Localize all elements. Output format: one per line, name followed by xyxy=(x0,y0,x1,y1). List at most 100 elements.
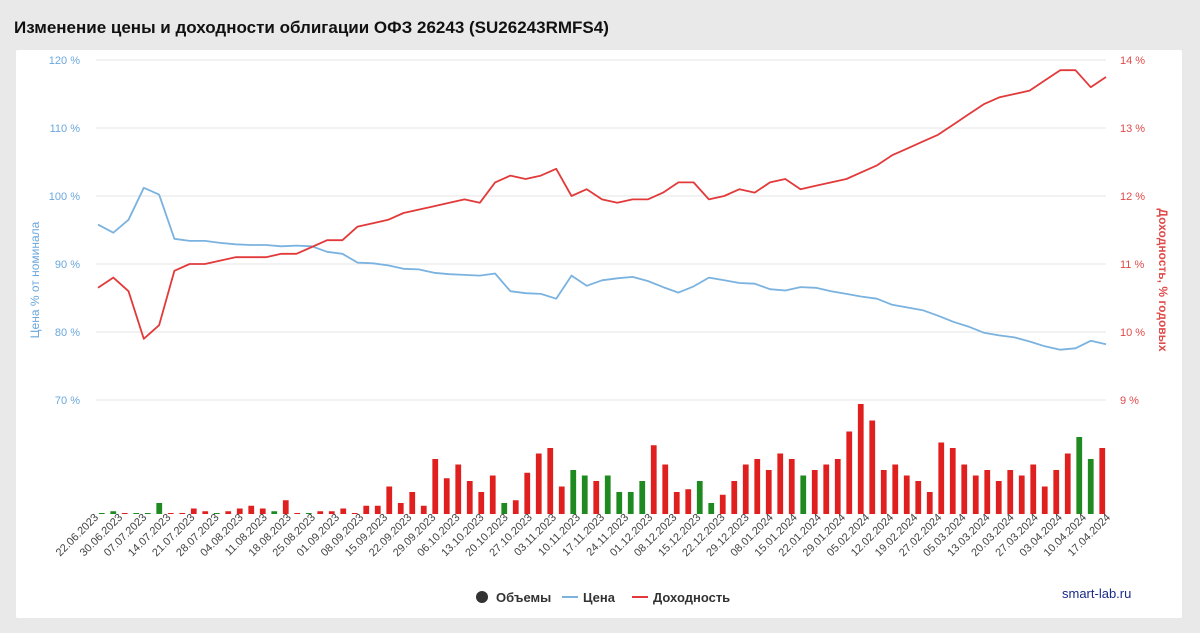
volume-bar xyxy=(455,464,462,514)
x-axis: 22.06.202330.06.202307.07.202314.07.2023… xyxy=(54,512,1113,559)
volume-bar xyxy=(1018,475,1025,514)
left-tick-label: 70 % xyxy=(55,395,80,407)
volume-bar xyxy=(903,475,910,514)
volume-bar xyxy=(121,513,128,514)
right-tick-label: 14 % xyxy=(1120,55,1145,67)
volume-bar xyxy=(156,503,163,514)
left-axis-title: Цена % от номинала xyxy=(28,221,42,338)
yield-line xyxy=(97,69,1107,340)
volume-bar xyxy=(639,481,646,514)
legend-item-price[interactable]: Цена xyxy=(562,590,616,605)
volume-bar xyxy=(1087,459,1094,514)
volume-bar xyxy=(443,478,450,514)
volume-bar xyxy=(731,481,738,514)
left-tick-label: 100 % xyxy=(49,191,80,203)
volume-bar xyxy=(696,481,703,514)
legend-label-volumes: Объемы xyxy=(496,590,551,605)
right-axis-title: Доходность, % годовых xyxy=(1156,208,1170,351)
volume-bar xyxy=(673,492,680,514)
volume-bar xyxy=(1053,470,1060,514)
legend: Объемы Цена Доходность xyxy=(476,590,730,605)
volume-bar xyxy=(397,503,404,514)
volume-bar xyxy=(524,472,531,514)
volume-bar xyxy=(535,453,542,514)
volume-bar xyxy=(1076,437,1083,514)
volume-bar xyxy=(1099,448,1106,514)
page-title: Изменение цены и доходности облигации ОФ… xyxy=(14,18,609,37)
volume-bar xyxy=(650,445,657,514)
volume-bar xyxy=(869,420,876,514)
grid-lines xyxy=(96,59,1106,401)
volume-bar xyxy=(420,505,427,514)
volume-bar xyxy=(984,470,991,514)
volume-bar xyxy=(409,492,416,514)
legend-volumes-icon xyxy=(476,591,488,603)
right-tick-label: 10 % xyxy=(1120,327,1145,339)
right-axis: 9 % 10 % 11 % 12 % 13 % 14 % xyxy=(1120,55,1145,407)
legend-item-yield[interactable]: Доходность xyxy=(632,590,730,605)
volume-bar xyxy=(604,475,611,514)
volume-bar xyxy=(777,453,784,514)
volume-bar xyxy=(271,511,278,514)
volume-bar xyxy=(719,494,726,514)
volume-bar xyxy=(167,513,174,514)
volume-bar xyxy=(938,442,945,514)
volume-bar xyxy=(811,470,818,514)
legend-item-volumes[interactable]: Объемы xyxy=(476,590,551,605)
volume-bar xyxy=(972,475,979,514)
volume-bar xyxy=(190,508,197,514)
right-tick-label: 12 % xyxy=(1120,191,1145,203)
volume-bar xyxy=(995,481,1002,514)
volume-bar xyxy=(834,459,841,514)
volume-bars xyxy=(98,404,1106,514)
series-lines xyxy=(97,69,1107,351)
volume-bar xyxy=(685,489,692,514)
volume-bar xyxy=(478,492,485,514)
volume-bar xyxy=(765,470,772,514)
left-tick-label: 80 % xyxy=(55,327,80,339)
volume-bar xyxy=(949,448,956,514)
volume-bar xyxy=(581,475,588,514)
volume-bar xyxy=(754,459,761,514)
volume-bar xyxy=(317,511,324,514)
right-tick-label: 11 % xyxy=(1120,259,1144,271)
legend-label-yield: Доходность xyxy=(653,590,730,605)
volume-bar xyxy=(1030,464,1037,514)
volume-bar xyxy=(788,459,795,514)
volume-bar xyxy=(616,492,623,514)
volume-bar xyxy=(386,486,393,514)
volume-bar xyxy=(662,464,669,514)
volume-bar xyxy=(1007,470,1014,514)
volume-bar xyxy=(512,500,519,514)
volume-bar xyxy=(846,431,853,514)
volume-bar xyxy=(558,486,565,514)
credit-link[interactable]: smart-lab.ru xyxy=(1062,586,1131,601)
left-tick-label: 90 % xyxy=(55,259,80,271)
left-tick-label: 120 % xyxy=(49,55,80,67)
volume-bar xyxy=(432,459,439,514)
volume-bar xyxy=(1064,453,1071,514)
volume-bar xyxy=(627,492,634,514)
volume-bar xyxy=(915,481,922,514)
right-tick-label: 9 % xyxy=(1120,395,1139,407)
volume-bar xyxy=(340,508,347,514)
legend-label-price: Цена xyxy=(583,590,616,605)
price-line xyxy=(97,186,1107,351)
volume-bar xyxy=(363,505,370,514)
left-tick-label: 110 % xyxy=(50,123,81,135)
bond-chart: 70 % 80 % 90 % 100 % 110 % 120 % 9 % 10 % 11 % 1… xyxy=(28,55,1170,605)
volume-bar xyxy=(489,475,496,514)
volume-bar xyxy=(179,513,186,514)
volume-bar xyxy=(593,481,600,514)
volume-bar xyxy=(880,470,887,514)
chart-card: 70 % 80 % 90 % 100 % 110 % 120 % 9 % 10 % 11 % 1… xyxy=(16,50,1182,618)
right-tick-label: 13 % xyxy=(1120,123,1145,135)
volume-bar xyxy=(225,511,232,514)
volume-bar xyxy=(708,503,715,514)
volume-bar xyxy=(892,464,899,514)
volume-bar xyxy=(98,513,105,514)
volume-bar xyxy=(961,464,968,514)
volume-bar xyxy=(1041,486,1048,514)
volume-bar xyxy=(857,404,864,514)
volume-bar xyxy=(800,475,807,514)
